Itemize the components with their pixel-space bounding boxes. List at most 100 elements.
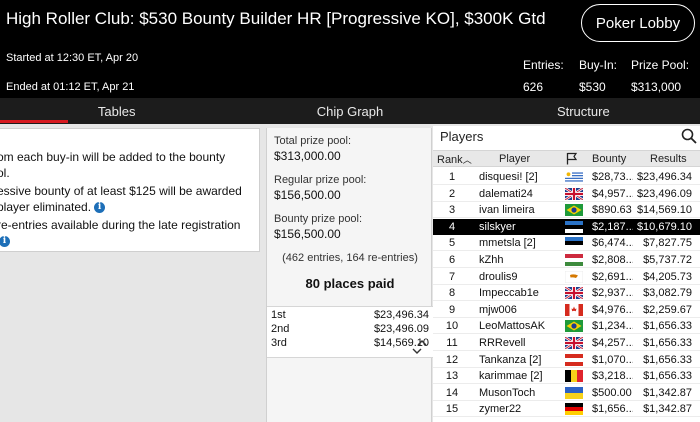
player-bounty: $2,691...	[592, 270, 633, 283]
info-text: essive bounty of at least $125 will be a…	[0, 184, 242, 198]
player-row[interactable]: 9 mjw006 $4,976... $2,259.67	[433, 302, 700, 318]
player-bounty: $3,218...	[592, 370, 633, 383]
player-result: $1,342.87	[643, 403, 692, 416]
tab-chip-graph[interactable]: Chip Graph	[233, 98, 466, 124]
player-result: $2,259.67	[643, 303, 692, 316]
player-rank: 8	[448, 287, 456, 300]
player-result: $5,737.72	[643, 254, 692, 266]
player-row[interactable]: 2 dalemati24 $4,957... $23,496.09	[433, 186, 700, 202]
payout-row: 1st $23,496.34	[271, 309, 429, 323]
info-line: i	[0, 234, 10, 248]
bounty-column-header[interactable]: Bounty	[592, 153, 626, 165]
player-rank: 11	[446, 337, 458, 349]
brazil-flag-icon	[565, 320, 583, 333]
player-row[interactable]: 10 LeoMattosAK $1,234... $1,656.33	[433, 318, 700, 335]
info-line: player eliminated. i	[0, 200, 106, 214]
player-row[interactable]: 1 disquesi! [2] $28,73... $23,496.34	[433, 169, 700, 185]
info-line: essive bounty of at least $125 will be a…	[0, 184, 242, 198]
total-prize-label: Total prize pool:	[274, 135, 352, 147]
player-name: droulis9	[479, 270, 518, 283]
bounty-prize-label: Bounty prize pool:	[274, 213, 363, 225]
player-bounty: $890.63	[592, 204, 632, 217]
player-result: $10,679.10	[636, 220, 692, 233]
info-icon[interactable]: i	[94, 202, 106, 214]
player-name: disquesi! [2]	[479, 171, 538, 183]
player-bounty: $4,257...	[592, 337, 633, 349]
player-result: $4,205.73	[643, 270, 692, 283]
entries-label: Entries:	[523, 58, 564, 72]
player-result: $23,496.09	[636, 187, 692, 200]
rank-column-header[interactable]: Rank︿	[437, 153, 472, 166]
info-icon[interactable]: i	[0, 236, 10, 248]
results-column-header[interactable]: Results	[650, 153, 687, 165]
player-row[interactable]: 14 MusonToch $500.00 $1,342.87	[433, 385, 700, 401]
player-rank: 14	[445, 386, 459, 399]
player-name: RRRevell	[479, 337, 526, 349]
player-rank: 5	[448, 237, 456, 250]
prize-pool-value: $313,000	[631, 80, 682, 94]
bounty-prize-value: $156,500.00	[274, 227, 341, 241]
player-rank: 7	[448, 270, 456, 283]
total-prize-value: $313,000.00	[274, 149, 341, 163]
player-name: Impeccab1e	[479, 287, 539, 300]
player-bounty: $500.00	[592, 386, 632, 399]
chevron-down-icon[interactable]	[412, 348, 422, 354]
places-paid: 80 places paid	[305, 276, 395, 291]
player-column-header[interactable]: Player	[499, 153, 530, 165]
player-bounty: $4,976...	[592, 303, 633, 316]
entries-note: (462 entries, 164 re-entries)	[282, 252, 418, 264]
player-bounty: $6,474...	[592, 237, 633, 250]
player-row[interactable]: 3 ivan limeira $890.63 $14,569.10	[433, 202, 700, 219]
player-result: $3,082.79	[643, 287, 692, 300]
flag-column-icon[interactable]	[566, 152, 578, 168]
uk-flag-icon	[565, 187, 583, 200]
player-name: MusonToch	[479, 386, 536, 399]
player-row[interactable]: 4 silskyer $2,187... $10,679.10	[433, 218, 700, 235]
info-line: re-entries available during the late reg…	[0, 218, 240, 232]
player-result: $23,496.34	[636, 171, 692, 183]
player-row[interactable]: 13 karimmae [2] $3,218... $1,656.33	[433, 368, 700, 385]
info-line: ol.	[0, 166, 10, 180]
info-line: om each buy-in will be added to the boun…	[0, 150, 225, 164]
player-bounty: $28,73...	[592, 171, 633, 183]
germany-flag-icon	[565, 403, 583, 416]
player-row[interactable]: 11 RRRevell $4,257... $1,656.33	[433, 335, 700, 351]
player-rank: 15	[445, 403, 459, 416]
player-row[interactable]: 15 zymer22 $1,656... $1,342.87	[433, 401, 700, 418]
tab-bar: Tables Chip Graph Structure	[0, 98, 700, 124]
player-name: mjw006	[479, 303, 517, 316]
player-rank: 4	[448, 220, 456, 233]
prize-pool-panel: Total prize pool: $313,000.00 Regular pr…	[266, 128, 433, 422]
player-row[interactable]: 8 Impeccab1e $2,937... $3,082.79	[433, 285, 700, 302]
players-title: Players	[440, 129, 484, 144]
payout-amount: $23,496.34	[373, 309, 429, 321]
player-bounty: $2,808...	[592, 254, 633, 266]
tournament-header: High Roller Club: $530 Bounty Builder HR…	[0, 0, 700, 98]
tab-structure[interactable]: Structure	[467, 98, 700, 124]
player-row[interactable]: 7 droulis9 $2,691... $4,205.73	[433, 269, 700, 285]
info-text: ol.	[0, 166, 10, 180]
active-tab-indicator	[0, 120, 68, 123]
player-name: kZhh	[479, 254, 504, 266]
info-text: om each buy-in will be added to the boun…	[0, 150, 226, 164]
brazil-flag-icon	[565, 204, 583, 217]
player-row[interactable]: 12 Tankanza [2] $1,070... $1,656.33	[433, 352, 700, 368]
player-row[interactable]: 6 kZhh $2,808... $5,737.72	[433, 252, 700, 268]
player-row[interactable]: 5 mmetsla [2] $6,474... $7,827.75	[433, 235, 700, 252]
search-icon[interactable]	[681, 128, 697, 144]
start-time: Started at 12:30 ET, Apr 20	[6, 52, 139, 64]
regular-prize-value: $156,500.00	[274, 188, 341, 202]
player-rank: 13	[445, 370, 459, 383]
uk-flag-icon	[565, 337, 583, 349]
player-name: silskyer	[479, 220, 516, 233]
payout-list[interactable]: 1st $23,496.34 2nd $23,496.09 3rd $14,56…	[267, 306, 433, 358]
sort-up-icon: ︿	[462, 155, 472, 165]
info-text: player eliminated.	[0, 200, 92, 214]
player-result: $14,569.10	[636, 204, 692, 217]
chevron-up-icon[interactable]	[417, 340, 427, 346]
tournament-window: High Roller Club: $530 Bounty Builder HR…	[0, 0, 700, 422]
poker-lobby-button[interactable]: Poker Lobby	[581, 4, 695, 42]
belgium-flag-icon	[565, 370, 583, 383]
player-result: $1,656.33	[643, 320, 692, 333]
player-rank: 12	[445, 353, 459, 366]
